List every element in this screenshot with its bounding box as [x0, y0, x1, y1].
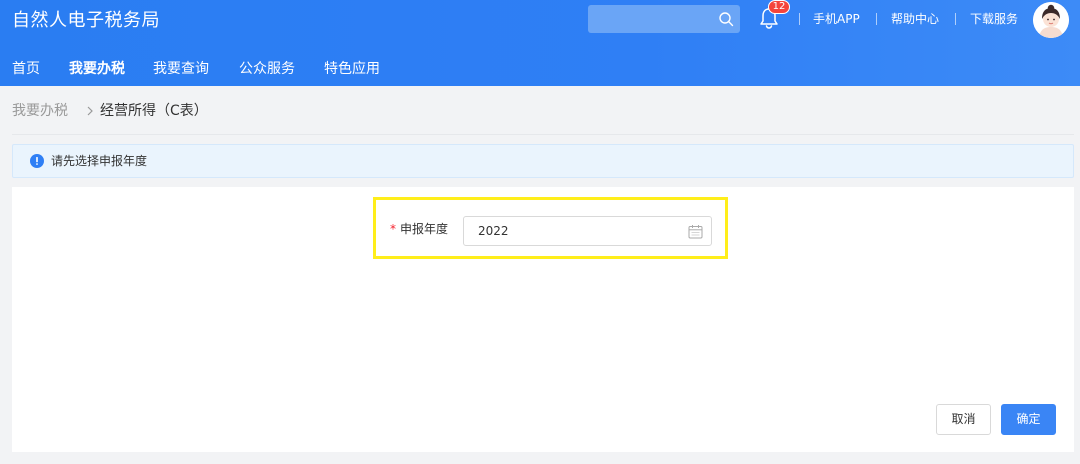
divider	[799, 13, 800, 25]
search-box[interactable]	[588, 5, 740, 33]
year-picker[interactable]: 2022	[463, 216, 712, 246]
cancel-button[interactable]: 取消	[936, 404, 991, 435]
year-value[interactable]: 2022	[478, 223, 509, 239]
divider	[955, 13, 956, 25]
nav-featured-apps[interactable]: 特色应用	[324, 58, 380, 80]
nav-public-service[interactable]: 公众服务	[239, 58, 295, 80]
year-field-label: * 申报年度	[390, 221, 448, 237]
breadcrumb-item-current: 经营所得（C表）	[100, 103, 208, 119]
app-title[interactable]: 自然人电子税务局	[12, 9, 160, 33]
calendar-icon[interactable]	[688, 224, 703, 239]
notice-text: 请先选择申报年度	[51, 154, 148, 168]
top-header: 自然人电子税务局 12 手机APP 帮助中心 下载服务 首页 我要办税 我要查询…	[0, 0, 1080, 86]
chevron-right-icon	[87, 106, 93, 116]
breadcrumb-item-tax-handling[interactable]: 我要办税	[12, 101, 68, 121]
year-label-text: 申报年度	[400, 222, 449, 236]
required-mark: *	[390, 222, 396, 236]
nav-home[interactable]: 首页	[12, 58, 40, 80]
nav-tax-handling[interactable]: 我要办税	[69, 58, 125, 80]
notice-bar: 请先选择申报年度	[12, 144, 1074, 178]
info-icon	[30, 154, 44, 168]
divider	[12, 134, 1074, 135]
notification-badge: 12	[768, 0, 790, 14]
help-center-link[interactable]: 帮助中心	[891, 11, 939, 27]
confirm-button[interactable]: 确定	[1001, 404, 1056, 435]
mobile-app-link[interactable]: 手机APP	[813, 11, 860, 27]
divider	[876, 13, 877, 25]
avatar-icon	[1033, 2, 1069, 38]
nav-query[interactable]: 我要查询	[153, 58, 209, 80]
search-icon[interactable]	[718, 11, 734, 27]
avatar[interactable]	[1033, 2, 1069, 38]
download-service-link[interactable]: 下载服务	[970, 11, 1018, 27]
